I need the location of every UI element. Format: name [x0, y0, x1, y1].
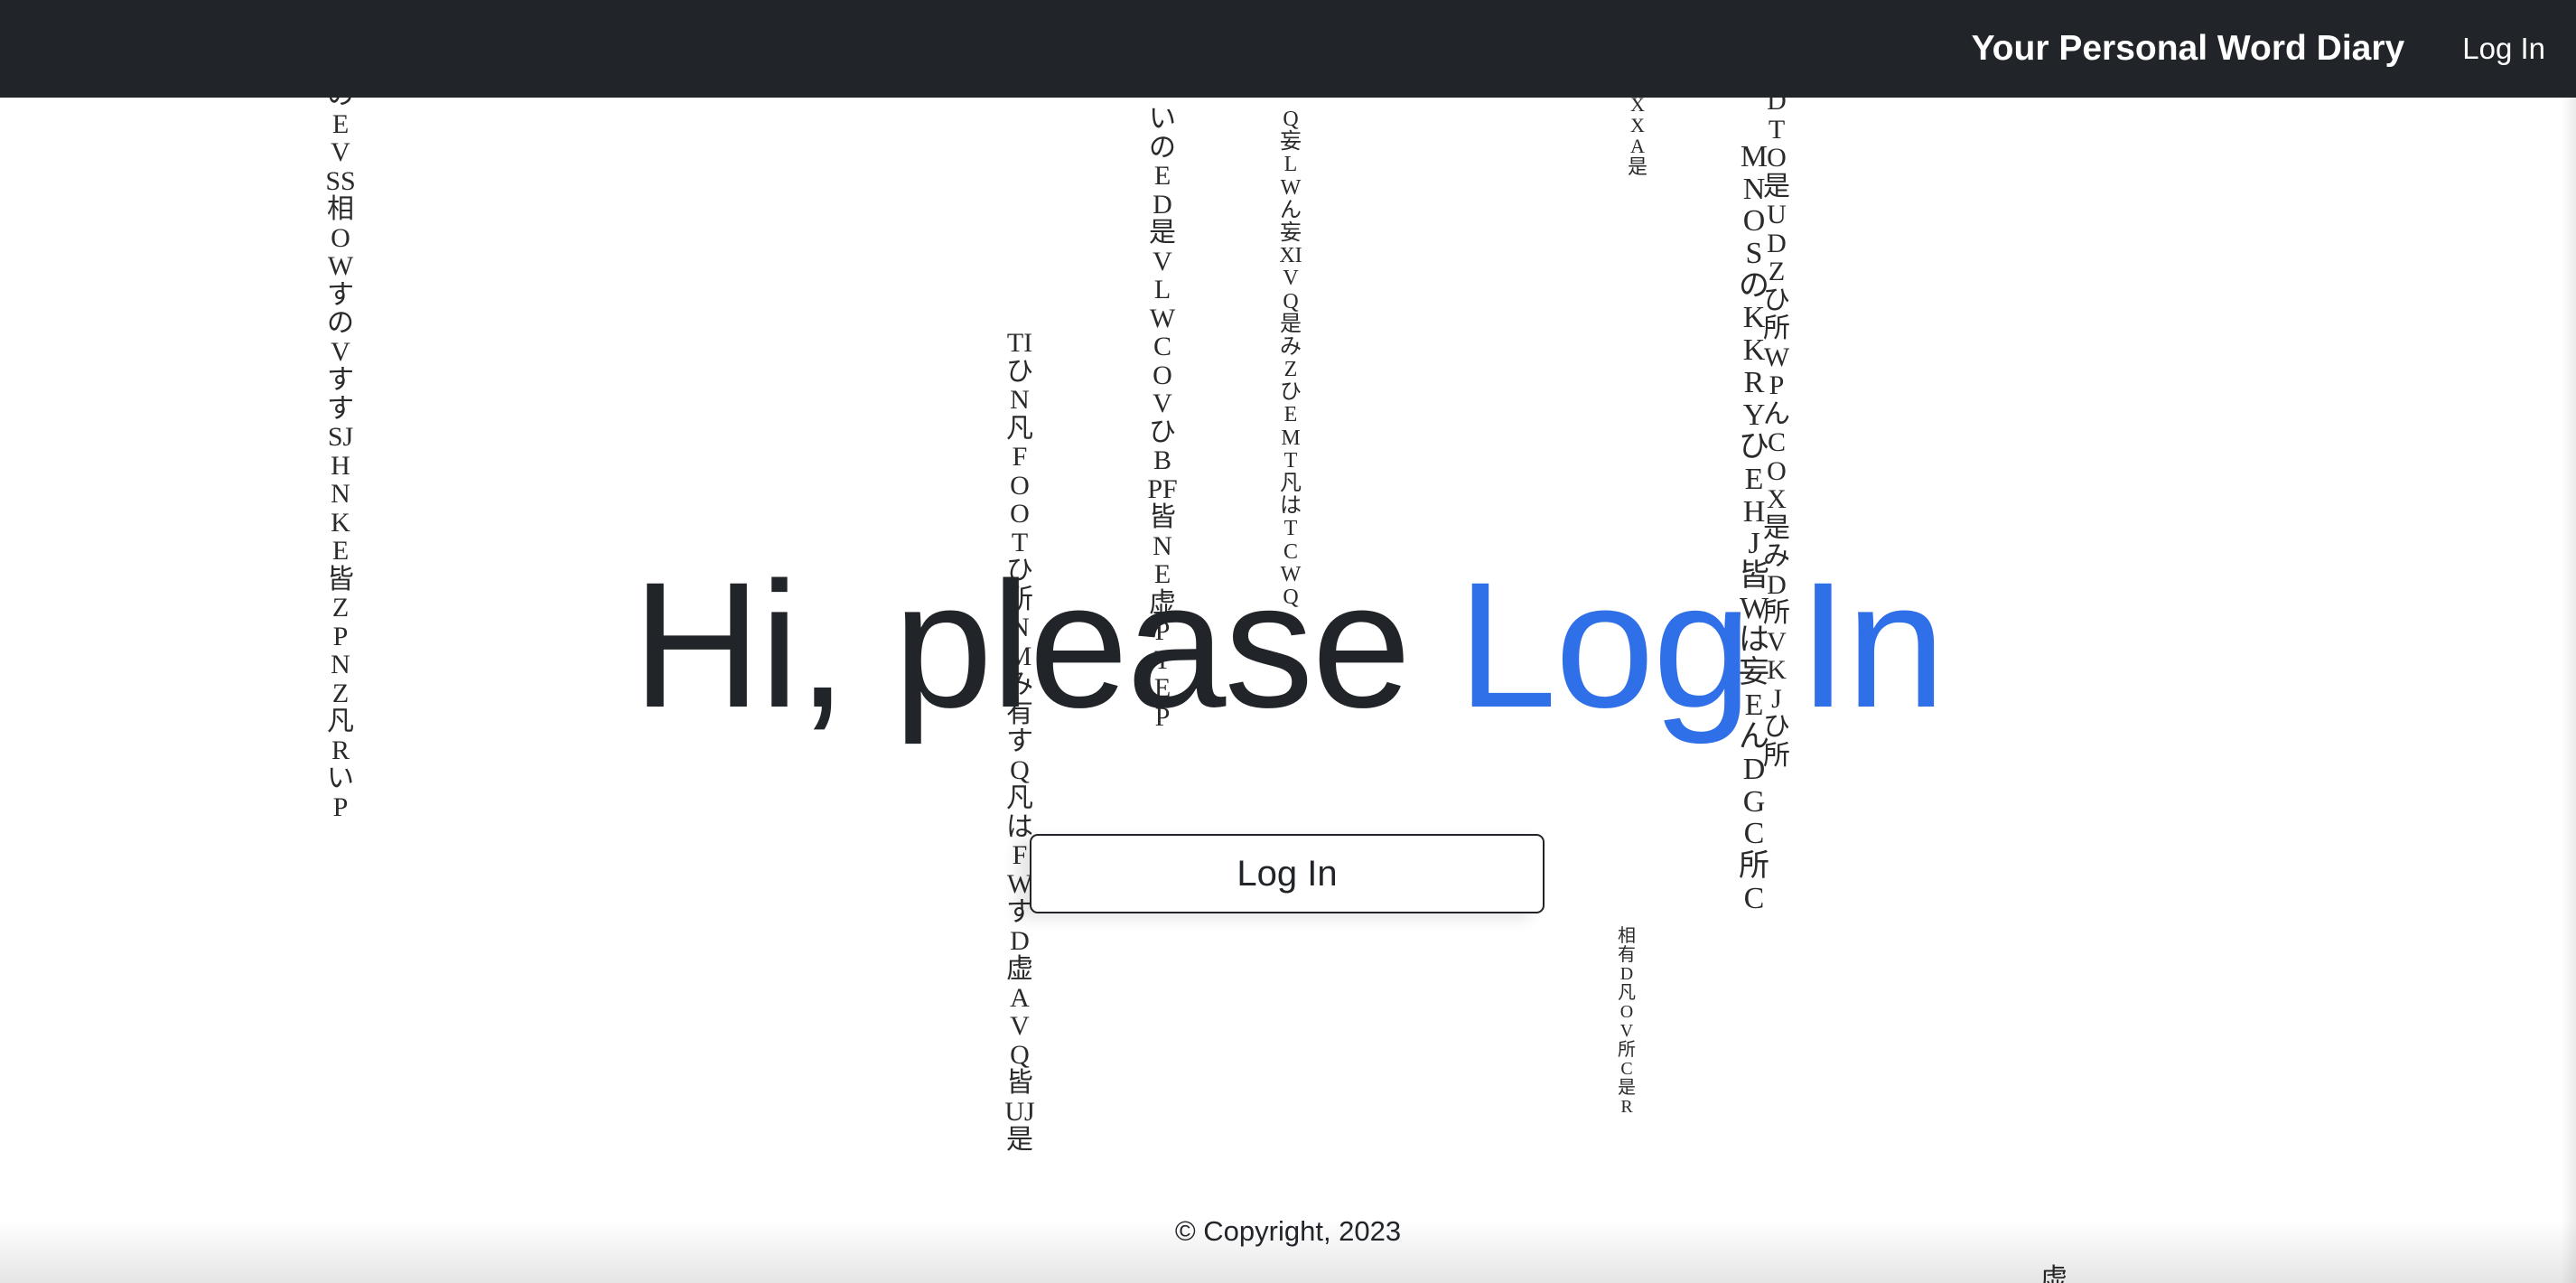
- rain-column: XXA是: [1628, 98, 1648, 179]
- brand-link[interactable]: Your Personal Word Diary: [1972, 29, 2405, 69]
- top-navbar: Your Personal Word Diary Log In: [0, 0, 2576, 98]
- login-button[interactable]: Log In: [1030, 834, 1545, 913]
- footer-copyright: © Copyright, 2023: [1174, 1215, 1402, 1247]
- rain-column: Q妄LWん妄XIVQ是みZひEMT凡はTCWQ: [1279, 108, 1302, 609]
- hero-heading: Hi, please Log In: [0, 556, 2576, 735]
- hero-prefix: Hi, please: [632, 545, 1458, 745]
- rain-column: 相有D凡OV所C是R: [1618, 926, 1636, 1117]
- hero-login-accent: Log In: [1457, 545, 1945, 745]
- nav-login-link[interactable]: Log In: [2462, 32, 2545, 66]
